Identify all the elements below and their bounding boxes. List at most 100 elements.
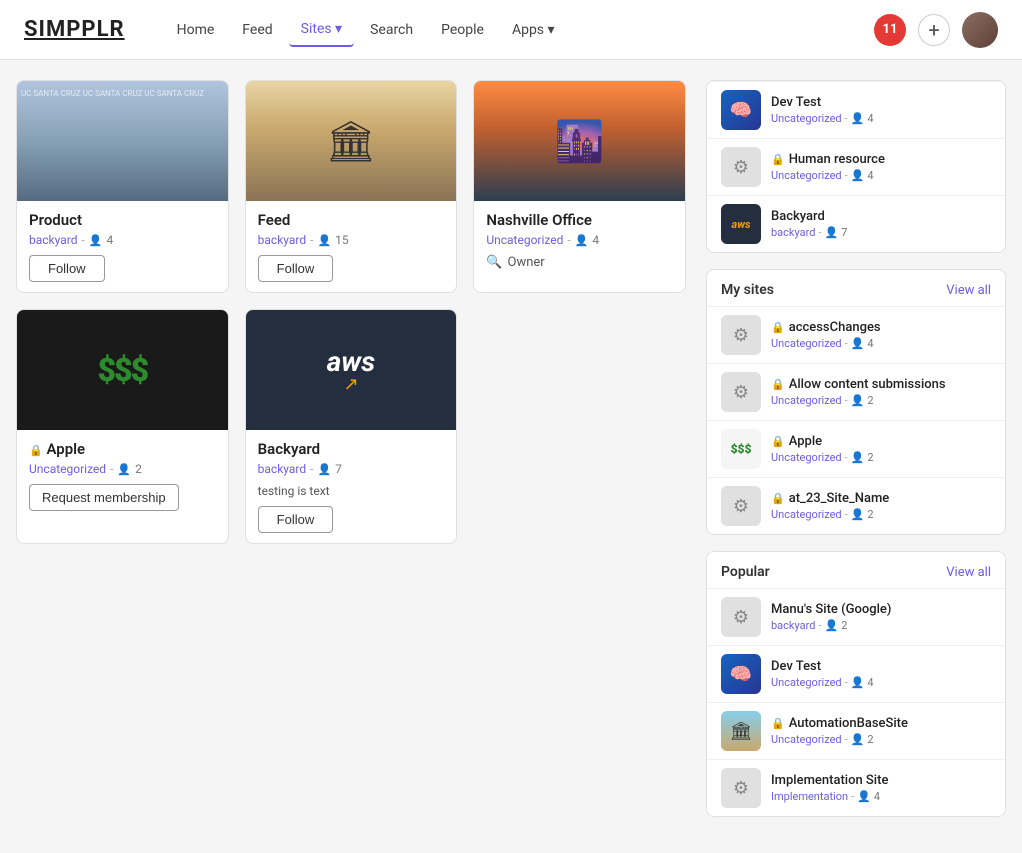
card-title-product: Product xyxy=(29,211,216,229)
sidebar-item-access-changes[interactable]: ⚙ 🔒 accessChanges Uncategorized - 👤 4 xyxy=(707,306,1005,363)
sidebar-thumb-at23: ⚙ xyxy=(721,486,761,526)
sidebar-item-info-human-resource: 🔒 Human resource Uncategorized - 👤 4 xyxy=(771,152,991,182)
sidebar-thumb-human-resource: ⚙ xyxy=(721,147,761,187)
sidebar-discover: 🧠 Dev Test Uncategorized - 👤 4 ⚙ 🔒 xyxy=(706,80,1006,253)
sidebar-item-human-resource[interactable]: ⚙ 🔒 Human resource Uncategorized - 👤 4 xyxy=(707,138,1005,195)
sidebar-item-meta-dev-test: Uncategorized - 👤 4 xyxy=(771,112,991,125)
sidebar-thumb-manus: ⚙ xyxy=(721,597,761,637)
sidebar-item-meta-manus: backyard - 👤 2 xyxy=(771,619,991,632)
logo[interactable]: SIMPPLR xyxy=(24,17,125,42)
nav-sites[interactable]: Sites ▾ xyxy=(289,13,354,47)
sidebar-thumb-backyard: aws xyxy=(721,204,761,244)
sidebar-thumb-dev-test-popular: 🧠 xyxy=(721,654,761,694)
people-icon-nashville: 👤 xyxy=(575,234,589,247)
add-button[interactable]: + xyxy=(918,14,950,46)
sidebar-item-name-implementation: Implementation Site xyxy=(771,773,991,788)
card-category-apple: Uncategorized xyxy=(29,462,106,476)
owner-label: Owner xyxy=(508,255,545,270)
sidebar-item-meta-backyard-discover: backyard - 👤 7 xyxy=(771,226,991,239)
popular-view-all[interactable]: View all xyxy=(946,565,991,580)
nav-home[interactable]: Home xyxy=(165,14,227,46)
sidebar-popular: Popular View all ⚙ Manu's Site (Google) … xyxy=(706,551,1006,817)
sidebar-item-info-dev-test-popular: Dev Test Uncategorized - 👤 4 xyxy=(771,659,991,689)
sidebar-item-automation-base[interactable]: 🏛 🔒 AutomationBaseSite Uncategorized - 👤… xyxy=(707,702,1005,759)
sidebar-thumb-automation: 🏛 xyxy=(721,711,761,751)
sidebar-item-dev-test[interactable]: 🧠 Dev Test Uncategorized - 👤 4 xyxy=(707,81,1005,138)
lock-icon-human-resource: 🔒 xyxy=(771,153,785,166)
sidebar-item-apple-my-sites[interactable]: $$$ 🔒 Apple Uncategorized - 👤 2 xyxy=(707,420,1005,477)
sidebar-item-name-automation: 🔒 AutomationBaseSite xyxy=(771,716,991,731)
nav-apps[interactable]: Apps ▾ xyxy=(500,14,567,46)
card-backyard[interactable]: aws ↗ Backyard backyard - 👤 7 testing is… xyxy=(245,309,458,544)
card-product[interactable]: Product backyard - 👤 4 Follow xyxy=(16,80,229,293)
card-image-backyard: aws ↗ xyxy=(246,310,457,430)
avatar[interactable] xyxy=(962,12,998,48)
sidebar-item-meta-automation: Uncategorized - 👤 2 xyxy=(771,733,991,746)
sidebar-thumb-implementation: ⚙ xyxy=(721,768,761,808)
lock-icon-at23: 🔒 xyxy=(771,492,785,505)
sidebar-thumb-allow-content: ⚙ xyxy=(721,372,761,412)
my-sites-view-all[interactable]: View all xyxy=(946,283,991,298)
sidebar-item-name-dev-test: Dev Test xyxy=(771,95,991,110)
sidebar-thumb-dev-test: 🧠 xyxy=(721,90,761,130)
lock-icon-apple-my: 🔒 xyxy=(771,435,785,448)
sidebar-item-dev-test-popular[interactable]: 🧠 Dev Test Uncategorized - 👤 4 xyxy=(707,645,1005,702)
sidebar-item-backyard-discover[interactable]: aws Backyard backyard - 👤 7 xyxy=(707,195,1005,252)
lock-icon-access: 🔒 xyxy=(771,321,785,334)
sidebar-my-sites-header: My sites View all xyxy=(707,270,1005,306)
avatar-image xyxy=(962,12,998,48)
follow-button-product[interactable]: Follow xyxy=(29,255,105,282)
sidebar-item-name-manus: Manu's Site (Google) xyxy=(771,602,991,617)
sidebar-item-manus-site[interactable]: ⚙ Manu's Site (Google) backyard - 👤 2 xyxy=(707,588,1005,645)
sidebar: 🧠 Dev Test Uncategorized - 👤 4 ⚙ 🔒 xyxy=(706,80,1006,833)
card-body-backyard: Backyard backyard - 👤 7 testing is text … xyxy=(246,430,457,543)
sidebar-my-sites-title: My sites xyxy=(721,282,774,298)
lock-icon-allow: 🔒 xyxy=(771,378,785,391)
card-body-product: Product backyard - 👤 4 Follow xyxy=(17,201,228,292)
sidebar-item-implementation[interactable]: ⚙ Implementation Site Implementation - 👤… xyxy=(707,759,1005,816)
sidebar-item-info-manus: Manu's Site (Google) backyard - 👤 2 xyxy=(771,602,991,632)
people-icon-apple: 👤 xyxy=(117,463,131,476)
nav-feed[interactable]: Feed xyxy=(230,14,284,46)
card-image-feed xyxy=(246,81,457,201)
card-category-nashville: Uncategorized xyxy=(486,233,563,247)
sidebar-item-info-backyard-discover: Backyard backyard - 👤 7 xyxy=(771,209,991,239)
sidebar-item-name-human-resource: 🔒 Human resource xyxy=(771,152,991,167)
card-action-apple: Request membership xyxy=(29,484,216,511)
card-action-product: Follow xyxy=(29,255,216,282)
card-members-feed: 15 xyxy=(335,233,349,247)
card-body-nashville: Nashville Office Uncategorized - 👤 4 🔍 O… xyxy=(474,201,685,280)
card-meta-nashville: Uncategorized - 👤 4 xyxy=(486,233,673,247)
follow-button-backyard[interactable]: Follow xyxy=(258,506,334,533)
nav-people[interactable]: People xyxy=(429,14,496,46)
people-icon-backyard: 👤 xyxy=(317,463,331,476)
card-meta-backyard: backyard - 👤 7 xyxy=(258,462,445,476)
sidebar-item-name-allow-content: 🔒 Allow content submissions xyxy=(771,377,991,392)
sidebar-item-name-dev-test-popular: Dev Test xyxy=(771,659,991,674)
card-image-product xyxy=(17,81,228,201)
nav-right: 11 + xyxy=(874,12,998,48)
card-image-apple: $$$ xyxy=(17,310,228,430)
sidebar-item-allow-content[interactable]: ⚙ 🔒 Allow content submissions Uncategori… xyxy=(707,363,1005,420)
request-membership-button[interactable]: Request membership xyxy=(29,484,179,511)
sidebar-my-sites: My sites View all ⚙ 🔒 accessChanges Unca… xyxy=(706,269,1006,535)
sidebar-item-info-automation: 🔒 AutomationBaseSite Uncategorized - 👤 2 xyxy=(771,716,991,746)
sidebar-popular-header: Popular View all xyxy=(707,552,1005,588)
card-title-nashville: Nashville Office xyxy=(486,211,673,229)
people-icon: 👤 xyxy=(89,234,103,247)
card-category-feed: backyard xyxy=(258,233,306,247)
navbar: SIMPPLR Home Feed Sites ▾ Search People … xyxy=(0,0,1022,60)
owner-search-icon: 🔍 xyxy=(486,255,502,270)
notification-badge[interactable]: 11 xyxy=(874,14,906,46)
follow-button-feed[interactable]: Follow xyxy=(258,255,334,282)
card-title-feed: Feed xyxy=(258,211,445,229)
sidebar-item-info-allow-content: 🔒 Allow content submissions Uncategorize… xyxy=(771,377,991,407)
main-content: Product backyard - 👤 4 Follow Feed xyxy=(16,80,686,833)
page-layout: Product backyard - 👤 4 Follow Feed xyxy=(0,60,1022,853)
sidebar-item-at23[interactable]: ⚙ 🔒 at_23_Site_Name Uncategorized - 👤 2 xyxy=(707,477,1005,534)
card-apple[interactable]: $$$ 🔒 Apple Uncategorized - 👤 2 Request … xyxy=(16,309,229,544)
nav-search[interactable]: Search xyxy=(358,14,425,46)
card-nashville[interactable]: Nashville Office Uncategorized - 👤 4 🔍 O… xyxy=(473,80,686,293)
card-body-feed: Feed backyard - 👤 15 Follow xyxy=(246,201,457,292)
card-feed[interactable]: Feed backyard - 👤 15 Follow xyxy=(245,80,458,293)
